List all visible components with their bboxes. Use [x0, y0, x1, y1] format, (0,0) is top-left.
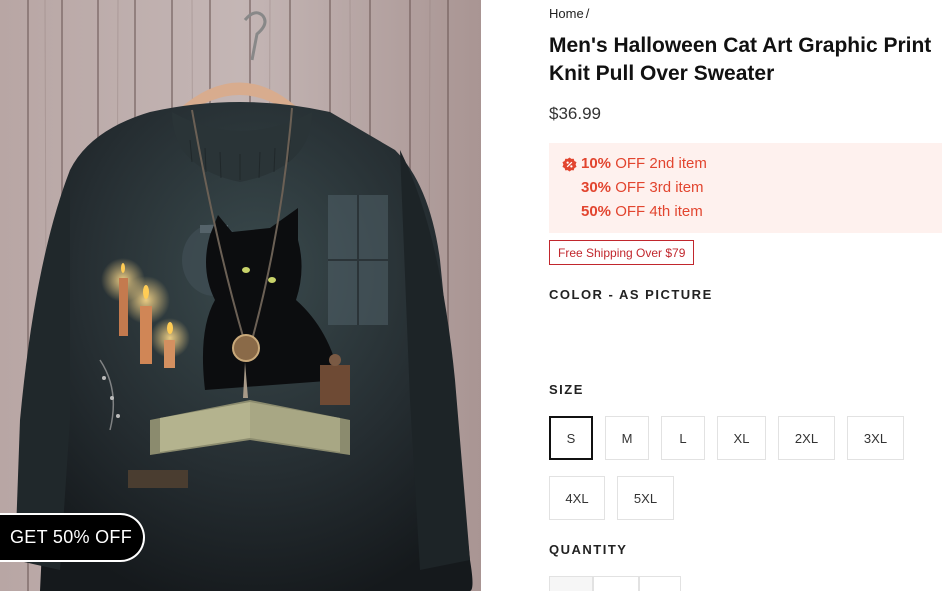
size-option-m[interactable]: M [605, 416, 649, 460]
color-label: COLOR - AS PICTURE [549, 287, 713, 302]
quantity-label: QUANTITY [549, 542, 628, 557]
product-info-panel: Home / Men's Halloween Cat Art Graphic Pr… [549, 0, 942, 591]
breadcrumb-home-link[interactable]: Home [549, 6, 584, 21]
free-shipping-badge: Free Shipping Over $79 [549, 240, 695, 265]
size-option-3xl[interactable]: 3XL [847, 416, 904, 460]
breadcrumb-separator: / [585, 6, 590, 21]
discount-tier: 30% OFF 3rd item [581, 179, 704, 196]
product-image[interactable] [0, 0, 481, 591]
discount-tier: 10% OFF 2nd item [581, 155, 707, 172]
quantity-input[interactable] [593, 576, 639, 591]
quantity-decrease-button[interactable] [549, 576, 593, 591]
discount-text: OFF 2nd item [615, 155, 707, 172]
size-option-l[interactable]: L [661, 416, 705, 460]
size-label: SIZE [549, 382, 584, 397]
quantity-increase-button[interactable] [639, 576, 681, 591]
size-option-2xl[interactable]: 2XL [778, 416, 835, 460]
discount-text: OFF 3rd item [615, 179, 704, 196]
product-price: $36.99 [549, 104, 601, 123]
product-title: Men's Halloween Cat Art Graphic Print Kn… [549, 34, 932, 85]
promo-label: GET 50% OFF [10, 527, 132, 547]
discount-tier: 50% OFF 4th item [581, 203, 703, 220]
breadcrumb: Home / [549, 6, 589, 21]
size-option-xl[interactable]: XL [717, 416, 766, 460]
tiered-discount-box: 10% OFF 2nd item 30% OFF 3rd item 50% OF… [549, 143, 942, 233]
size-option-4xl[interactable]: 4XL [549, 476, 605, 520]
discount-percent: 50% [581, 203, 612, 220]
discount-percent: 10% [581, 155, 612, 172]
discount-badge-icon [562, 157, 577, 172]
sweater-illustration [0, 0, 481, 591]
get-discount-button[interactable]: GET 50% OFF [0, 513, 145, 562]
discount-text: OFF 4th item [615, 203, 703, 220]
size-option-5xl[interactable]: 5XL [617, 476, 674, 520]
discount-percent: 30% [581, 179, 612, 196]
size-option-s[interactable]: S [549, 416, 593, 460]
